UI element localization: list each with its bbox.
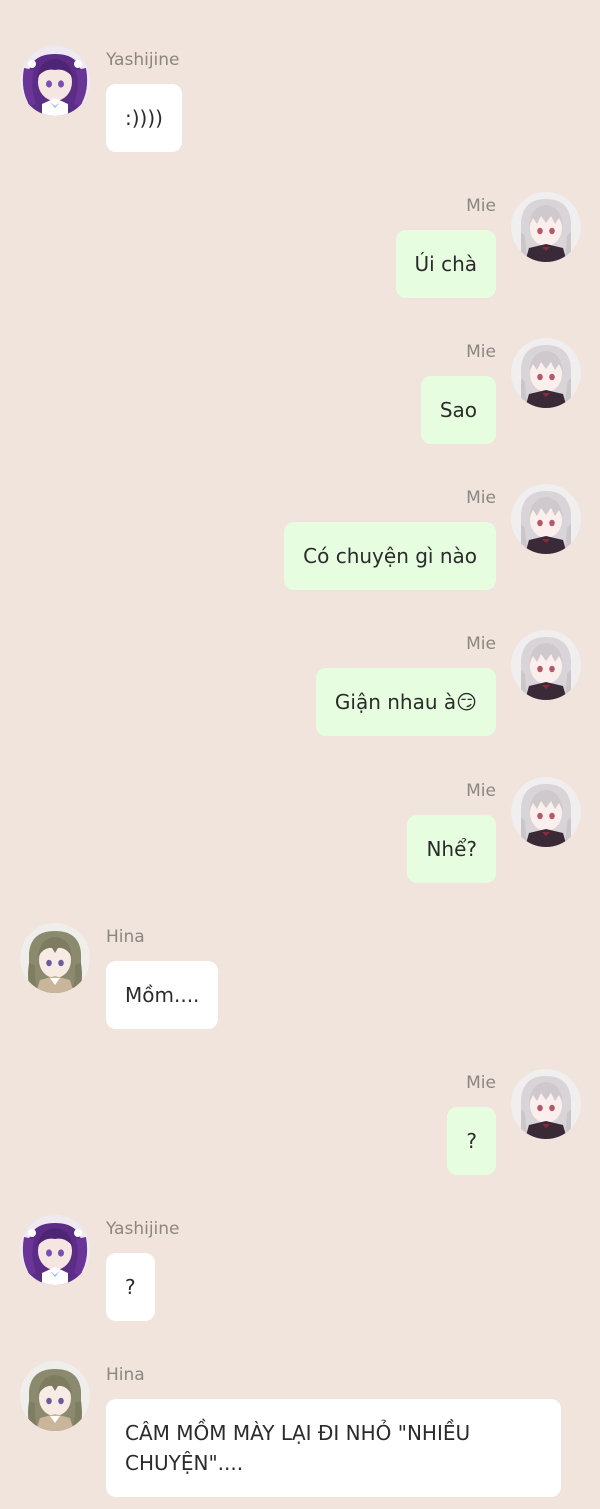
message-bubble[interactable]: CÂM MỒM MÀY LẠI ĐI NHỎ "NHIỀU CHUYỆN"...…	[106, 1399, 561, 1497]
message-row: Hina CÂM MỒM MÀY LẠI ĐI NHỎ "NHIỀU CHUYỆ…	[0, 1361, 600, 1503]
message-bubble[interactable]: ?	[447, 1107, 496, 1175]
message-bubble[interactable]: Giận nhau à😏	[315, 668, 496, 736]
avatar-yashijine[interactable]	[20, 46, 90, 116]
message-row: Yashijine :))))	[0, 46, 600, 156]
avatar-mie[interactable]	[511, 192, 581, 262]
avatar-hina[interactable]	[20, 923, 90, 993]
avatar-mie[interactable]	[511, 484, 581, 554]
message-bubble[interactable]: Nhể?	[407, 815, 496, 883]
sender-name: Mie	[466, 781, 496, 801]
avatar-mie[interactable]	[511, 1069, 581, 1139]
sender-name: Yashijine	[106, 1219, 180, 1239]
avatar-mie[interactable]	[511, 338, 581, 408]
message-row: Mie Giận nhau à😏	[0, 630, 600, 740]
avatar-mie[interactable]	[511, 630, 581, 700]
message-bubble[interactable]: :))))	[106, 84, 182, 152]
message-row: Mie Sao	[0, 338, 600, 448]
sender-name: Hina	[106, 1365, 145, 1385]
message-row: Mie Nhể?	[0, 777, 600, 887]
message-bubble[interactable]: Có chuyện gì nào	[284, 522, 496, 590]
sender-name: Mie	[466, 634, 496, 654]
message-row: Mie ?	[0, 1069, 600, 1179]
avatar-hina[interactable]	[20, 1361, 90, 1431]
sender-name: Mie	[466, 196, 496, 216]
message-bubble[interactable]: Úi chà	[395, 230, 496, 298]
message-row: Yashijine ?	[0, 1215, 600, 1325]
avatar-yashijine[interactable]	[20, 1215, 90, 1285]
sender-name: Hina	[106, 927, 145, 947]
sender-name: Mie	[466, 1073, 496, 1093]
message-row: Mie Úi chà	[0, 192, 600, 302]
message-row: Hina Mồm....	[0, 923, 600, 1033]
chat-thread: Yashijine :)))) Mie Úi chà Mie Sao Mie C…	[0, 0, 600, 1509]
sender-name: Mie	[466, 488, 496, 508]
message-row: Mie Có chuyện gì nào	[0, 484, 600, 594]
message-bubble[interactable]: ?	[106, 1253, 155, 1321]
sender-name: Yashijine	[106, 50, 180, 70]
message-bubble[interactable]: Mồm....	[106, 961, 219, 1029]
sender-name: Mie	[466, 342, 496, 362]
avatar-mie[interactable]	[511, 777, 581, 847]
message-bubble[interactable]: Sao	[420, 376, 496, 444]
